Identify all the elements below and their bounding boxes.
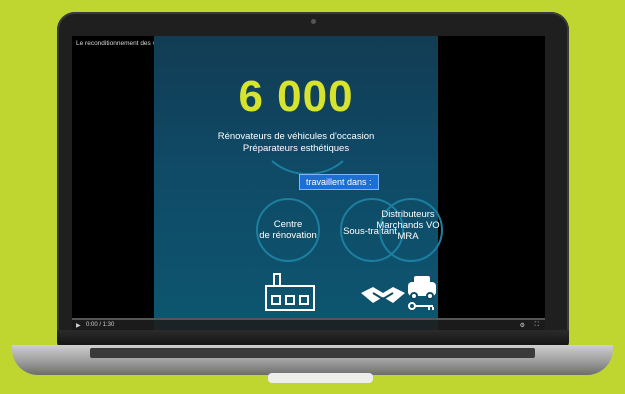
decorative-arc xyxy=(258,91,357,175)
play-icon[interactable]: ▶ xyxy=(76,322,81,329)
video-slide: 6 000 Rénovateurs de véhicules d'occasio… xyxy=(154,36,443,330)
car-key-icon xyxy=(402,272,442,312)
category-3-line-2: Marchands VO xyxy=(376,220,440,231)
video-player[interactable]: Le reconditionnement des véhicules d'occ… xyxy=(72,36,545,330)
trackpad-notch xyxy=(268,373,373,383)
fullscreen-icon[interactable]: ⛶ xyxy=(535,322,539,329)
webcam-icon xyxy=(311,19,316,24)
laptop-keyboard xyxy=(90,348,535,358)
video-time: 0:00 / 1:30 xyxy=(86,322,115,328)
category-1-line-2: de rénovation xyxy=(259,230,317,241)
badge-travaillent-dans: travaillent dans : xyxy=(299,174,379,190)
category-1-line-1: Centre xyxy=(273,219,303,230)
video-controls-bar: ▶ 0:00 / 1:30 ⚙ ⛶ xyxy=(72,320,545,330)
category-3-line-3: MRA xyxy=(397,231,419,242)
category-3-line-1: Distributeurs xyxy=(381,209,435,220)
handshake-icon xyxy=(359,281,407,309)
category-label-distributeurs: Distributeurs Marchands VO MRA xyxy=(368,209,448,242)
factory-icon xyxy=(264,272,316,312)
category-label-centre: Centre de rénovation xyxy=(248,219,328,241)
gear-icon[interactable]: ⚙ xyxy=(520,322,525,329)
